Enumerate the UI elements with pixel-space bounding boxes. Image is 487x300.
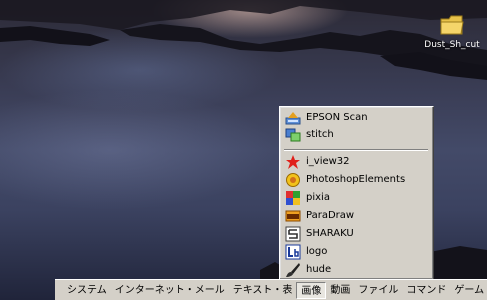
menu-item-label: SHARAKU (306, 228, 354, 239)
photoshop-elements-icon (286, 172, 300, 187)
menu-item-label: EPSON Scan (306, 112, 368, 123)
taskbar-item-text-table[interactable]: テキスト・表 (229, 282, 297, 299)
launcher-taskbar: システム インターネット・メール テキスト・表 画像 動画 ファイル コマンド … (55, 279, 487, 300)
menu-item-epson-scan[interactable]: EPSON Scan (283, 109, 429, 126)
desktop-icon-label: Dust_Sh_cut (424, 40, 480, 50)
taskbar-item-game[interactable]: ゲーム (450, 282, 487, 299)
pixia-icon (286, 190, 300, 205)
menu-item-label: logo (306, 246, 328, 257)
launcher-popup-menu: EPSON Scan stitch i_view32 PhotoshopElem… (279, 106, 434, 280)
desktop-icon-dust-sh-cut[interactable]: Dust_Sh_cut (418, 14, 486, 50)
sharaku-icon (285, 226, 301, 241)
brush-icon (286, 262, 300, 277)
menu-item-paradraw[interactable]: ParaDraw (283, 207, 429, 224)
menu-item-logo[interactable]: logo (283, 243, 429, 260)
menu-item-label: PhotoshopElements (306, 174, 406, 185)
folder-icon (440, 15, 464, 35)
menu-item-i-view32[interactable]: i_view32 (283, 153, 429, 170)
taskbar-item-file[interactable]: ファイル (354, 282, 402, 299)
taskbar-item-command[interactable]: コマンド (402, 282, 450, 299)
menu-item-label: stitch (306, 129, 334, 140)
taskbar-item-video[interactable]: 動画 (326, 282, 354, 299)
stitch-icon (285, 128, 301, 141)
menu-item-photoshop-elements[interactable]: PhotoshopElements (283, 171, 429, 188)
menu-item-stitch[interactable]: stitch (283, 126, 429, 143)
menu-item-label: pixia (306, 192, 330, 203)
menu-item-pixia[interactable]: pixia (283, 189, 429, 206)
taskbar-item-image[interactable]: 画像 (296, 281, 327, 299)
taskbar-item-system[interactable]: システム (63, 282, 111, 299)
menu-item-label: hude (306, 264, 332, 275)
paradraw-icon (285, 210, 301, 221)
logo-app-icon (285, 244, 301, 259)
menu-item-label: i_view32 (306, 156, 350, 167)
menu-item-sharaku[interactable]: SHARAKU (283, 225, 429, 242)
menu-item-hude[interactable]: hude (283, 261, 429, 278)
menu-item-label: ParaDraw (306, 210, 355, 221)
epson-scan-icon (285, 111, 301, 124)
irfanview-icon (286, 154, 300, 169)
taskbar-item-internet-mail[interactable]: インターネット・メール (111, 282, 229, 299)
menu-separator (284, 149, 428, 151)
